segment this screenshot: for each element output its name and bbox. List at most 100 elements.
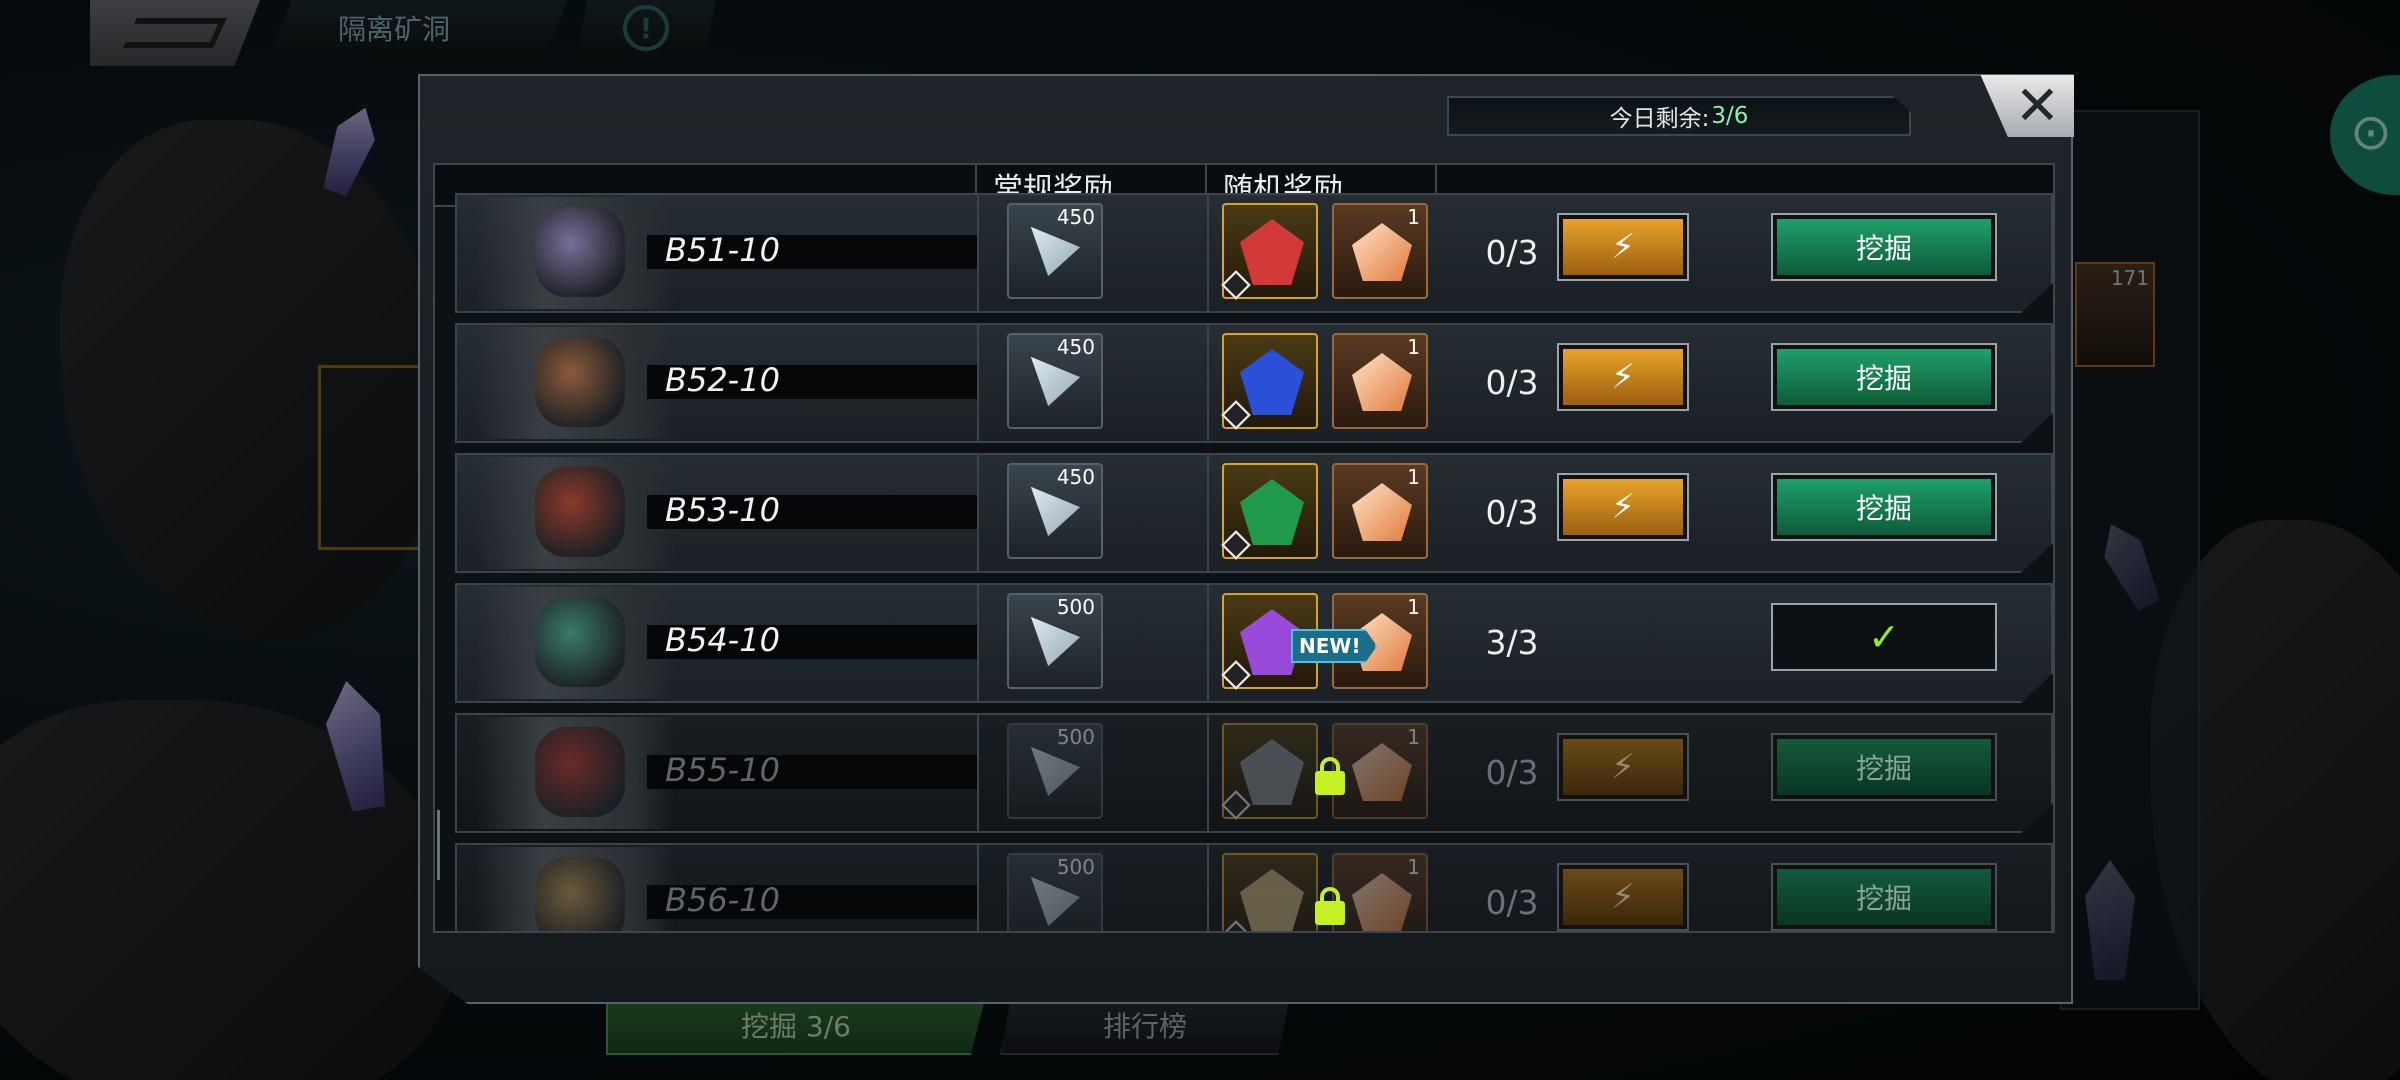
prism-icon [1030,486,1081,537]
random-shard-item[interactable]: 1 [1332,203,1428,299]
gem-type-icon [1221,920,1251,931]
lightning-icon: ⚡ [1563,869,1683,925]
column-divider [977,325,979,441]
random-gem-item[interactable] [1221,333,1318,430]
remaining-label: 今日剩余: [1609,106,1710,132]
reward-qty: 500 [1056,725,1095,749]
standard-reward-item[interactable]: 450 [1007,333,1103,429]
energy-button[interactable]: ⚡ [1557,473,1689,541]
random-gem-item[interactable] [1221,203,1318,300]
column-divider [1207,715,1209,831]
new-badge: NEW! [1291,629,1377,663]
lock-icon [1315,887,1345,925]
random-shard-item[interactable]: 1 [1332,723,1428,819]
random-shard-item[interactable]: 1 [1332,463,1428,559]
random-gem-item[interactable] [1221,463,1318,560]
dig-button-label: 挖掘 [1777,739,1991,795]
attempt-count: 0/3 [1485,493,1539,532]
lock-icon [1315,757,1345,795]
reward-qty: 1 [1407,855,1420,879]
gem-type-icon [1221,270,1251,300]
standard-reward-item[interactable]: 450 [1007,203,1103,299]
reward-qty: 450 [1056,205,1095,229]
scrollbar[interactable] [437,810,440,880]
gem-type-icon [1221,660,1251,690]
energy-button[interactable]: ⚡ [1557,213,1689,281]
boss-portrait [475,327,675,439]
lightning-icon: ⚡ [1563,479,1683,535]
mine-row: B51-10 450 1 0/3 ⚡ 挖掘 [455,193,2053,313]
mine-name: B56-10 [665,881,780,919]
dig-button[interactable]: 挖掘 [1771,473,1997,541]
random-shard-item[interactable]: 1 [1332,853,1428,931]
mine-row: B52-10 450 1 0/3 ⚡ 挖掘 [455,323,2053,443]
energy-button[interactable]: ⚡ [1557,863,1689,931]
dig-button[interactable]: 挖掘 [1771,343,1997,411]
random-gem-item[interactable] [1221,723,1318,820]
dig-button-label: 挖掘 [1777,219,1991,275]
energy-button[interactable]: ⚡ [1557,733,1689,801]
reward-qty: 500 [1056,855,1095,879]
column-divider [1207,195,1209,311]
completed-button: ✓ [1771,603,1997,671]
attempt-count: 0/3 [1485,883,1539,922]
shard-icon [1352,873,1412,931]
dig-button[interactable]: 挖掘 [1771,863,1997,931]
blue-gem-icon [1240,349,1304,415]
reward-qty: 1 [1407,205,1420,229]
random-shard-item[interactable]: 1 [1332,333,1428,429]
prism-icon [1030,616,1081,667]
attempt-count: 3/3 [1485,623,1539,662]
boss-portrait [475,587,675,699]
prism-icon [1030,746,1081,797]
mine-row: B55-10 500 1 0/3 ⚡ 挖掘 [455,713,2053,833]
dig-button-label: 挖掘 [1777,479,1991,535]
attempt-count: 0/3 [1485,363,1539,402]
green-gem-icon [1240,479,1304,545]
energy-button[interactable]: ⚡ [1557,343,1689,411]
boss-portrait [475,197,675,309]
dig-button[interactable]: 挖掘 [1771,213,1997,281]
dig-button-label: 挖掘 [1777,349,1991,405]
column-divider [977,585,979,701]
column-divider [977,715,979,831]
reward-qty: 500 [1056,595,1095,619]
remaining-today: 今日剩余: 3/6 [1447,96,1911,136]
column-divider [1207,325,1209,441]
mine-row: B56-10 500 1 0/3 ⚡ 挖掘 [455,843,2053,931]
red-gem-icon [1240,219,1304,285]
dig-button[interactable]: 挖掘 [1771,733,1997,801]
dig-button-label: 挖掘 [1777,869,1991,925]
mine-name: B55-10 [665,751,780,789]
standard-reward-item[interactable]: 450 [1007,463,1103,559]
standard-reward-item[interactable]: 500 [1007,723,1103,819]
column-divider [1207,845,1209,931]
column-divider [977,195,979,311]
boss-portrait [475,717,675,829]
prism-icon [1030,356,1081,407]
gem-type-icon [1221,400,1251,430]
boss-portrait [475,457,675,569]
mine-name: B54-10 [665,621,780,659]
lightning-icon: ⚡ [1563,349,1683,405]
reward-qty: 450 [1056,465,1095,489]
mine-name: B51-10 [665,231,780,269]
column-divider [1207,455,1209,571]
gem-type-icon [1221,530,1251,560]
remaining-value: 3/6 [1711,103,1749,129]
column-divider [1207,585,1209,701]
column-divider [977,455,979,571]
prism-icon [1030,226,1081,277]
random-gem-item[interactable] [1221,853,1318,931]
close-icon: ✕ [2014,74,2060,137]
shard-icon [1352,223,1412,281]
column-divider [977,845,979,931]
gem-type-icon [1221,790,1251,820]
boss-portrait [475,847,675,931]
standard-reward-item[interactable]: 500 [1007,593,1103,689]
mine-name: B52-10 [665,361,780,399]
standard-reward-item[interactable]: 500 [1007,853,1103,931]
attempt-count: 0/3 [1485,753,1539,792]
mine-table: 常规奖励 随机奖励 B51-10 450 1 0/3 ⚡ 挖掘 B52-10 4… [433,163,2055,933]
reward-qty: 1 [1407,335,1420,359]
